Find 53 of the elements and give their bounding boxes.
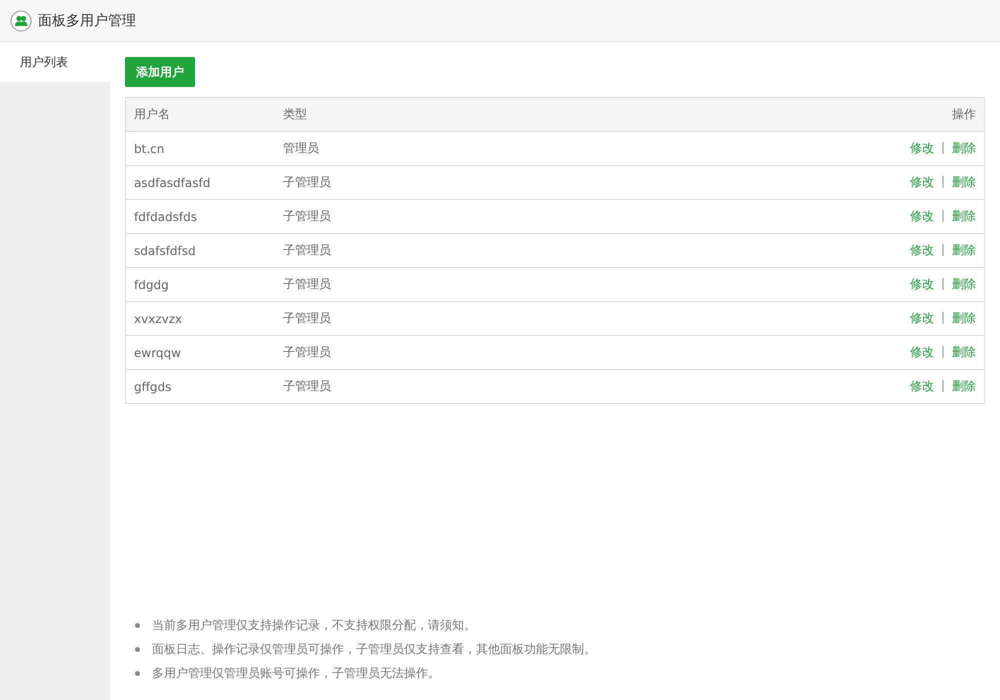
bullet-icon: [135, 623, 140, 628]
edit-link[interactable]: 修改: [910, 208, 934, 225]
edit-link[interactable]: 修改: [910, 310, 934, 327]
separator: |: [940, 140, 945, 156]
delete-link[interactable]: 删除: [952, 140, 976, 157]
note-text: 当前多用户管理仅支持操作记录，不支持权限分配，请须知。: [152, 617, 476, 634]
note-text: 面板日志、操作记录仅管理员可操作，子管理员仅支持查看，其他面板功能无限制。: [152, 641, 596, 658]
column-header: 类型: [275, 98, 585, 132]
separator: |: [940, 208, 945, 224]
edit-link[interactable]: 修改: [910, 276, 934, 293]
delete-link[interactable]: 删除: [952, 344, 976, 361]
sidebar-item[interactable]: 用户列表: [0, 42, 110, 82]
column-header: 操作: [584, 98, 984, 132]
edit-link[interactable]: 修改: [910, 174, 934, 191]
table-cell: 子管理员: [275, 370, 585, 404]
table-cell: sdafsfdfsd: [126, 234, 275, 268]
separator: |: [940, 242, 945, 258]
delete-link[interactable]: 删除: [952, 242, 976, 259]
delete-link[interactable]: 删除: [952, 208, 976, 225]
separator: |: [940, 174, 945, 190]
note-text: 多用户管理仅管理员账号可操作，子管理员无法操作。: [152, 665, 440, 682]
column-header: 用户名: [126, 98, 275, 132]
table-cell: 子管理员: [275, 336, 585, 370]
table-cell: 子管理员: [275, 200, 585, 234]
bullet-icon: [135, 671, 140, 676]
table-cell: gffgds: [126, 370, 275, 404]
separator: |: [940, 276, 945, 292]
table-cell: 子管理员: [275, 166, 585, 200]
edit-link[interactable]: 修改: [910, 344, 934, 361]
users-icon: [10, 10, 32, 32]
window-title: 面板多用户管理: [38, 12, 136, 30]
add-user-button[interactable]: 添加用户: [125, 57, 195, 87]
edit-link[interactable]: 修改: [910, 242, 934, 259]
table-cell: bt.cn: [126, 132, 275, 166]
edit-link[interactable]: 修改: [910, 378, 934, 395]
table-cell: 子管理员: [275, 234, 585, 268]
delete-link[interactable]: 删除: [952, 310, 976, 327]
table-cell: ewrqqw: [126, 336, 275, 370]
table-cell: fdfdadsfds: [126, 200, 275, 234]
table-cell: 子管理员: [275, 268, 585, 302]
table-cell: asdfasdfasfd: [126, 166, 275, 200]
separator: |: [940, 310, 945, 326]
delete-link[interactable]: 删除: [952, 378, 976, 395]
bullet-icon: [135, 647, 140, 652]
table-cell: xvxzvzx: [126, 302, 275, 336]
edit-link[interactable]: 修改: [910, 140, 934, 157]
table-cell: fdgdg: [126, 268, 275, 302]
table-cell: 管理员: [275, 132, 585, 166]
delete-link[interactable]: 删除: [952, 276, 976, 293]
separator: |: [940, 344, 945, 360]
separator: |: [940, 378, 945, 394]
delete-link[interactable]: 删除: [952, 174, 976, 191]
table-cell: 子管理员: [275, 302, 585, 336]
